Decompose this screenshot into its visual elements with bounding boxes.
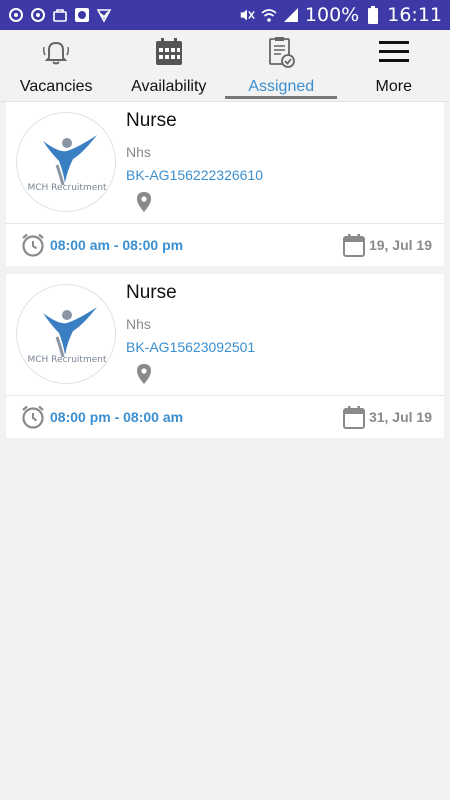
shift-date: 19, Jul 19 xyxy=(342,233,432,257)
date-text: 31, Jul 19 xyxy=(368,409,432,425)
tab-bar: Vacancies Availability Assigned More xyxy=(0,30,450,102)
calendar-icon xyxy=(342,233,365,257)
menu-icon xyxy=(376,34,412,70)
wifi-icon xyxy=(261,7,277,23)
booking-reference: BK-AG15623092501 xyxy=(126,339,256,355)
status-bar: 100% 16:11 xyxy=(0,0,450,30)
calendar-icon xyxy=(342,405,365,429)
logo-text: MCH Recruitment xyxy=(27,355,107,365)
battery-icon xyxy=(365,6,381,24)
calendar-icon xyxy=(151,34,187,70)
status-bar-notifications xyxy=(8,7,112,23)
alarm-clock-icon xyxy=(20,232,46,258)
sync-icon xyxy=(30,7,46,23)
app-icon xyxy=(74,7,90,23)
assignment-card[interactable]: MCH Recruitment Nurse Nhs BK-AG156222326… xyxy=(6,102,444,266)
location-pin-icon[interactable] xyxy=(136,364,152,384)
check-icon xyxy=(96,7,112,23)
tab-availability[interactable]: Availability xyxy=(113,30,226,101)
assignment-card[interactable]: MCH Recruitment Nurse Nhs BK-AG156230925… xyxy=(6,274,444,438)
assignment-card-footer: 08:00 am - 08:00 pm 19, Jul 19 xyxy=(6,224,444,266)
tab-label: Availability xyxy=(131,78,207,95)
company-name: Nhs xyxy=(126,144,151,160)
mute-icon xyxy=(239,7,255,23)
clock-time: 16:11 xyxy=(387,4,442,26)
job-title: Nurse xyxy=(126,110,177,131)
company-name: Nhs xyxy=(126,316,151,332)
tab-assigned[interactable]: Assigned xyxy=(225,30,338,101)
company-logo: MCH Recruitment xyxy=(16,112,116,212)
sync-icon xyxy=(8,7,24,23)
bag-icon xyxy=(52,7,68,23)
assignment-card-footer: 08:00 pm - 08:00 am 31, Jul 19 xyxy=(6,396,444,438)
shift-time: 08:00 pm - 08:00 am xyxy=(50,409,184,425)
date-text: 19, Jul 19 xyxy=(368,237,432,253)
logo-text: MCH Recruitment xyxy=(27,183,107,193)
active-tab-indicator xyxy=(225,96,337,99)
tab-label: Vacancies xyxy=(19,78,93,95)
alarm-clock-icon xyxy=(20,404,46,430)
battery-level: 100% xyxy=(304,4,360,26)
job-title: Nurse xyxy=(126,282,177,303)
tab-vacancies[interactable]: Vacancies xyxy=(0,30,113,101)
tab-more[interactable]: More xyxy=(338,30,450,101)
location-pin-icon[interactable] xyxy=(136,192,152,212)
clipboard-check-icon xyxy=(263,34,299,70)
bell-icon xyxy=(38,34,74,70)
shift-date: 31, Jul 19 xyxy=(342,405,432,429)
booking-reference: BK-AG156222326610 xyxy=(126,167,263,183)
shift-time: 08:00 am - 08:00 pm xyxy=(50,237,184,253)
tab-label: Assigned xyxy=(248,78,315,95)
assignment-card-header: MCH Recruitment Nurse Nhs BK-AG156222326… xyxy=(6,102,444,224)
status-bar-system: 100% 16:11 xyxy=(239,4,442,26)
tab-label: More xyxy=(375,78,412,95)
company-logo: MCH Recruitment xyxy=(16,284,116,384)
assignment-card-header: MCH Recruitment Nurse Nhs BK-AG156230925… xyxy=(6,274,444,396)
signal-icon xyxy=(283,7,299,23)
